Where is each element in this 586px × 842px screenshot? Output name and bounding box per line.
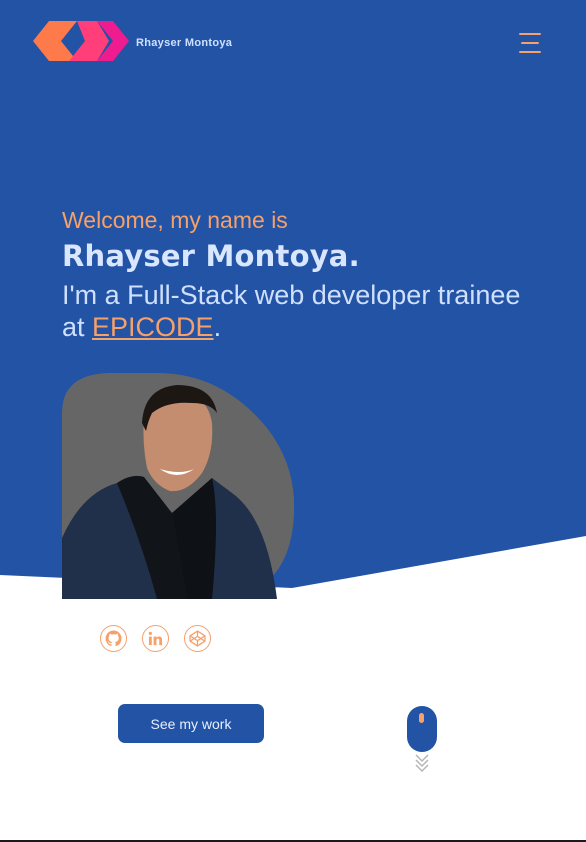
- profile-photo: [62, 373, 294, 599]
- linkedin-icon[interactable]: [142, 625, 169, 652]
- brand-name[interactable]: Rhayser Montoya: [136, 37, 232, 49]
- codepen-icon[interactable]: [184, 625, 211, 652]
- hero-greeting: Welcome, my name is: [62, 207, 288, 233]
- hero-name: Rhayser Montoya.: [62, 239, 360, 273]
- social-links: [100, 625, 211, 652]
- hero-tagline: I'm a Full-Stack web developer trainee a…: [62, 279, 532, 343]
- epicode-link[interactable]: EPICODE: [92, 312, 214, 342]
- scroll-mouse-icon[interactable]: [406, 705, 438, 773]
- chevrons-logo-icon[interactable]: [33, 21, 129, 61]
- github-icon[interactable]: [100, 625, 127, 652]
- tagline-suffix: .: [213, 312, 222, 342]
- hamburger-menu-icon[interactable]: [515, 30, 545, 56]
- see-my-work-button[interactable]: See my work: [118, 704, 264, 743]
